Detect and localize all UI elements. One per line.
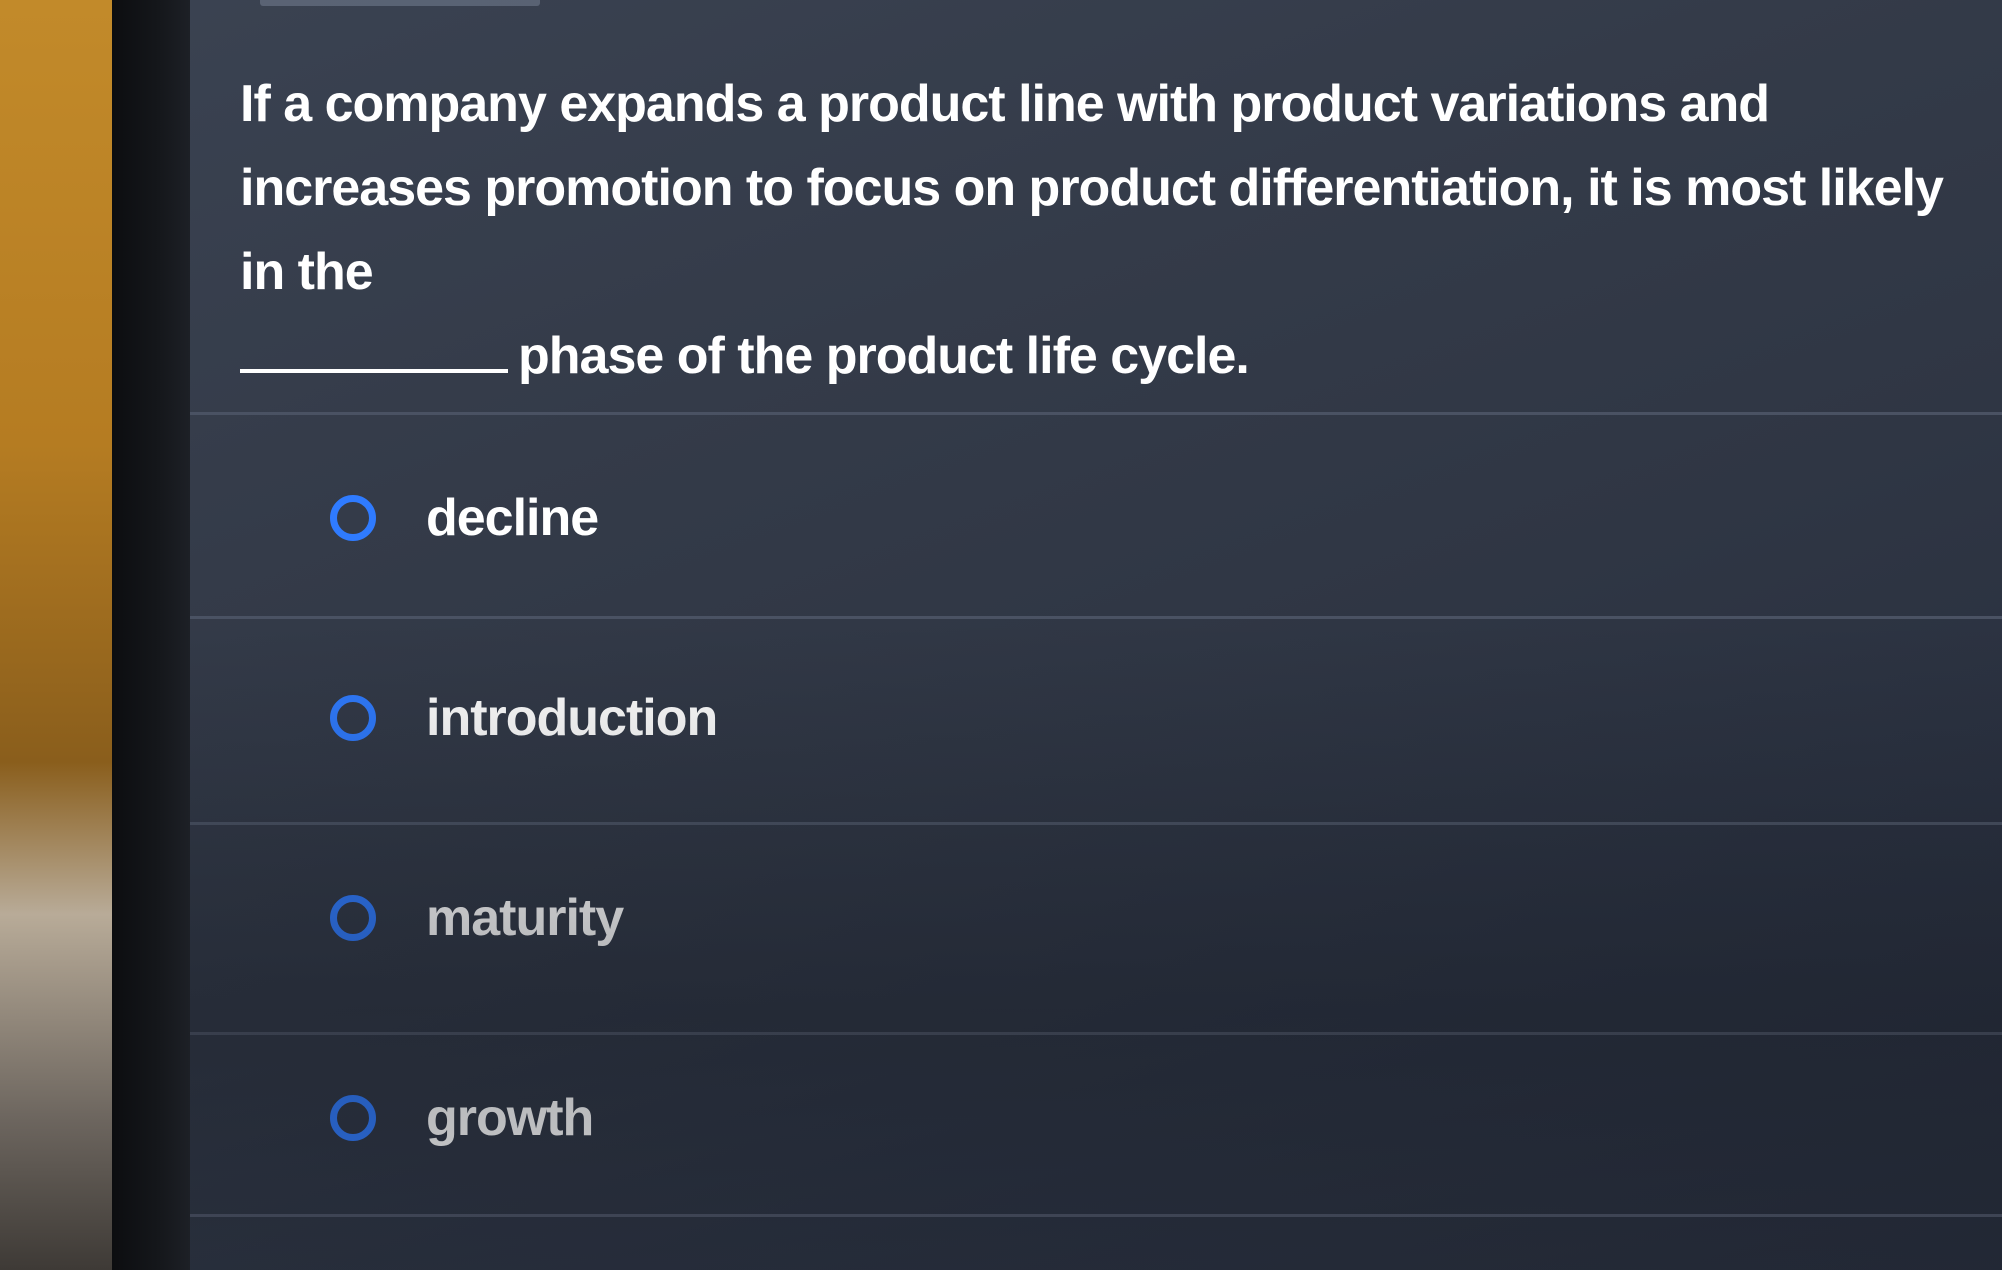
monitor-bezel — [112, 0, 190, 1270]
option-label: decline — [426, 489, 599, 547]
quiz-screen: If a company expands a product line with… — [190, 0, 2002, 1270]
option-label: growth — [426, 1089, 594, 1147]
answer-blank — [240, 329, 508, 373]
header-remnant — [260, 0, 540, 6]
divider — [190, 412, 2002, 415]
option-introduction[interactable]: introduction — [330, 658, 1930, 778]
question-text: If a company expands a product line with… — [240, 62, 1980, 398]
option-label: maturity — [426, 889, 624, 947]
divider — [190, 1214, 2002, 1217]
option-maturity[interactable]: maturity — [330, 858, 1930, 978]
question-text-before: If a company expands a product line with… — [240, 75, 1944, 301]
divider — [190, 1032, 2002, 1035]
divider — [190, 616, 2002, 619]
background-wall — [0, 0, 112, 1270]
radio-button[interactable] — [330, 895, 376, 941]
radio-button[interactable] — [330, 1095, 376, 1141]
radio-button[interactable] — [330, 495, 376, 541]
question-text-after: phase of the product life cycle. — [518, 327, 1250, 385]
divider — [190, 822, 2002, 825]
option-label: introduction — [426, 689, 718, 747]
option-growth[interactable]: growth — [330, 1058, 1930, 1178]
option-decline[interactable]: decline — [330, 458, 1930, 578]
radio-button[interactable] — [330, 695, 376, 741]
